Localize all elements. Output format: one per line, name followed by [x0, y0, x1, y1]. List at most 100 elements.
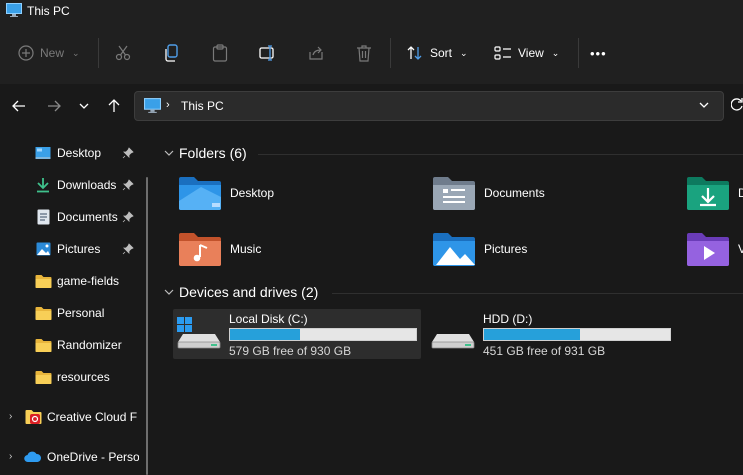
chevron-down-icon: [79, 103, 89, 109]
copy-icon[interactable]: [164, 44, 180, 62]
pin-icon[interactable]: [122, 211, 134, 223]
sidebar-item-label: Downloads: [57, 178, 117, 192]
pin-icon[interactable]: [122, 243, 134, 255]
address-dropdown-icon[interactable]: [698, 99, 710, 111]
folder-music[interactable]: Music: [178, 231, 261, 267]
drives-group-header[interactable]: Devices and drives (2): [163, 284, 318, 300]
pictures-icon: [34, 240, 52, 258]
folder-label: Pictures: [484, 242, 528, 256]
view-button[interactable]: View ⌄: [494, 45, 559, 61]
toolbar-divider: [578, 38, 579, 68]
cut-icon[interactable]: [115, 45, 131, 61]
back-button[interactable]: [9, 96, 29, 116]
share-icon[interactable]: [308, 45, 324, 61]
downloads-folder-icon: [687, 177, 729, 210]
documents-folder-icon: [433, 177, 475, 210]
paste-icon[interactable]: [212, 44, 228, 62]
delete-icon[interactable]: [356, 44, 372, 62]
desktop-folder-icon: [179, 177, 221, 210]
sidebar-item-label: Pictures: [57, 242, 101, 256]
chevron-down-icon: ⌄: [460, 47, 468, 58]
arrow-left-icon: [12, 100, 25, 112]
chevron-down-icon: [164, 150, 174, 156]
arrow-up-icon: [108, 99, 120, 112]
folder-icon: [34, 336, 52, 354]
sidebar-item-randomizer[interactable]: Randomizer: [30, 332, 142, 358]
folder-desktop[interactable]: Desktop: [178, 175, 274, 211]
sidebar-item-label: game-fields: [57, 274, 120, 288]
sort-button[interactable]: Sort ⌄: [406, 45, 468, 61]
drive-local-disk-c[interactable]: Local Disk (C:) 579 GB free of 930 GB: [173, 309, 421, 359]
sidebar-scrollbar[interactable]: [146, 177, 148, 475]
sidebar-item-personal[interactable]: Personal: [30, 300, 142, 326]
folder-label: D: [738, 186, 743, 200]
drive-hdd-d[interactable]: HDD (D:) 451 GB free of 931 GB: [427, 309, 675, 359]
drive-name: Local Disk (C:): [229, 312, 308, 326]
forward-button[interactable]: [44, 96, 64, 116]
toolbar-divider: [390, 38, 391, 68]
drive-usage-bar: [229, 328, 417, 341]
expand-chevron-icon[interactable]: ›: [9, 451, 12, 462]
drive-usage-fill: [484, 329, 580, 340]
music-folder-icon: [179, 233, 221, 266]
desktop-icon: [34, 144, 52, 162]
sort-label: Sort: [430, 46, 453, 60]
sidebar-item-game-fields[interactable]: game-fields: [30, 268, 142, 294]
folder-label: Music: [230, 242, 262, 256]
videos-folder-icon: [687, 233, 729, 266]
breadcrumb-separator[interactable]: ›: [166, 99, 170, 111]
new-label: New: [40, 46, 65, 60]
drives-heading: Devices and drives (2): [179, 284, 319, 300]
folder-pictures[interactable]: Pictures: [432, 231, 527, 267]
sidebar-item-label: Documents: [57, 210, 118, 224]
sidebar-item-onedrive[interactable]: OneDrive - Perso: [20, 444, 144, 470]
folder-downloads[interactable]: D: [686, 175, 743, 211]
this-pc-icon: [6, 3, 22, 17]
toolbar-divider: [98, 38, 99, 68]
windows-drive-icon: [177, 317, 221, 349]
pin-icon[interactable]: [122, 147, 134, 159]
drive-usage-bar: [483, 328, 671, 341]
drive-free-space: 579 GB free of 930 GB: [229, 344, 352, 358]
more-options-button[interactable]: •••: [590, 46, 607, 61]
folder-icon: [34, 272, 52, 290]
onedrive-icon: [24, 448, 42, 466]
sidebar-item-label: Desktop: [57, 146, 102, 160]
sidebar-item-label: OneDrive - Perso: [47, 450, 139, 464]
sidebar-item-label: Creative Cloud F: [47, 410, 138, 424]
plus-circle-icon: [18, 45, 34, 61]
refresh-icon[interactable]: [731, 98, 743, 112]
group-divider: [332, 293, 743, 294]
sidebar-item-creative-cloud[interactable]: Creative Cloud F: [20, 404, 144, 430]
chevron-down-icon: ⌄: [551, 47, 560, 58]
recent-locations-button[interactable]: [74, 96, 94, 116]
drive-name: HDD (D:): [483, 312, 533, 326]
documents-icon: [34, 208, 52, 226]
view-label: View: [518, 46, 544, 60]
pin-icon[interactable]: [122, 179, 134, 191]
folder-videos[interactable]: V: [686, 231, 743, 267]
arrow-right-icon: [48, 100, 61, 112]
sidebar-item-label: Personal: [57, 306, 105, 320]
folder-icon: [34, 304, 52, 322]
sidebar-item-label: Randomizer: [57, 338, 122, 352]
drive-free-space: 451 GB free of 931 GB: [483, 344, 606, 358]
sort-icon: [407, 46, 422, 60]
hard-drive-icon: [431, 334, 475, 349]
new-button[interactable]: New ⌄: [18, 45, 80, 61]
sidebar-item-label: resources: [57, 370, 110, 384]
title-bar: [0, 0, 743, 24]
download-icon: [34, 176, 52, 194]
sidebar-item-resources[interactable]: resources: [30, 364, 142, 390]
rename-icon[interactable]: [259, 45, 277, 61]
creative-cloud-folder-icon: [24, 408, 42, 426]
group-divider: [258, 154, 743, 155]
expand-chevron-icon[interactable]: ›: [9, 411, 12, 422]
folders-heading: Folders (6): [179, 145, 247, 161]
breadcrumb-this-pc[interactable]: This PC: [181, 99, 224, 113]
folder-documents[interactable]: Documents: [432, 175, 545, 211]
up-button[interactable]: [104, 96, 124, 116]
folder-label: Desktop: [230, 186, 275, 200]
drive-usage-fill: [230, 329, 301, 340]
folders-group-header[interactable]: Folders (6): [163, 145, 247, 161]
